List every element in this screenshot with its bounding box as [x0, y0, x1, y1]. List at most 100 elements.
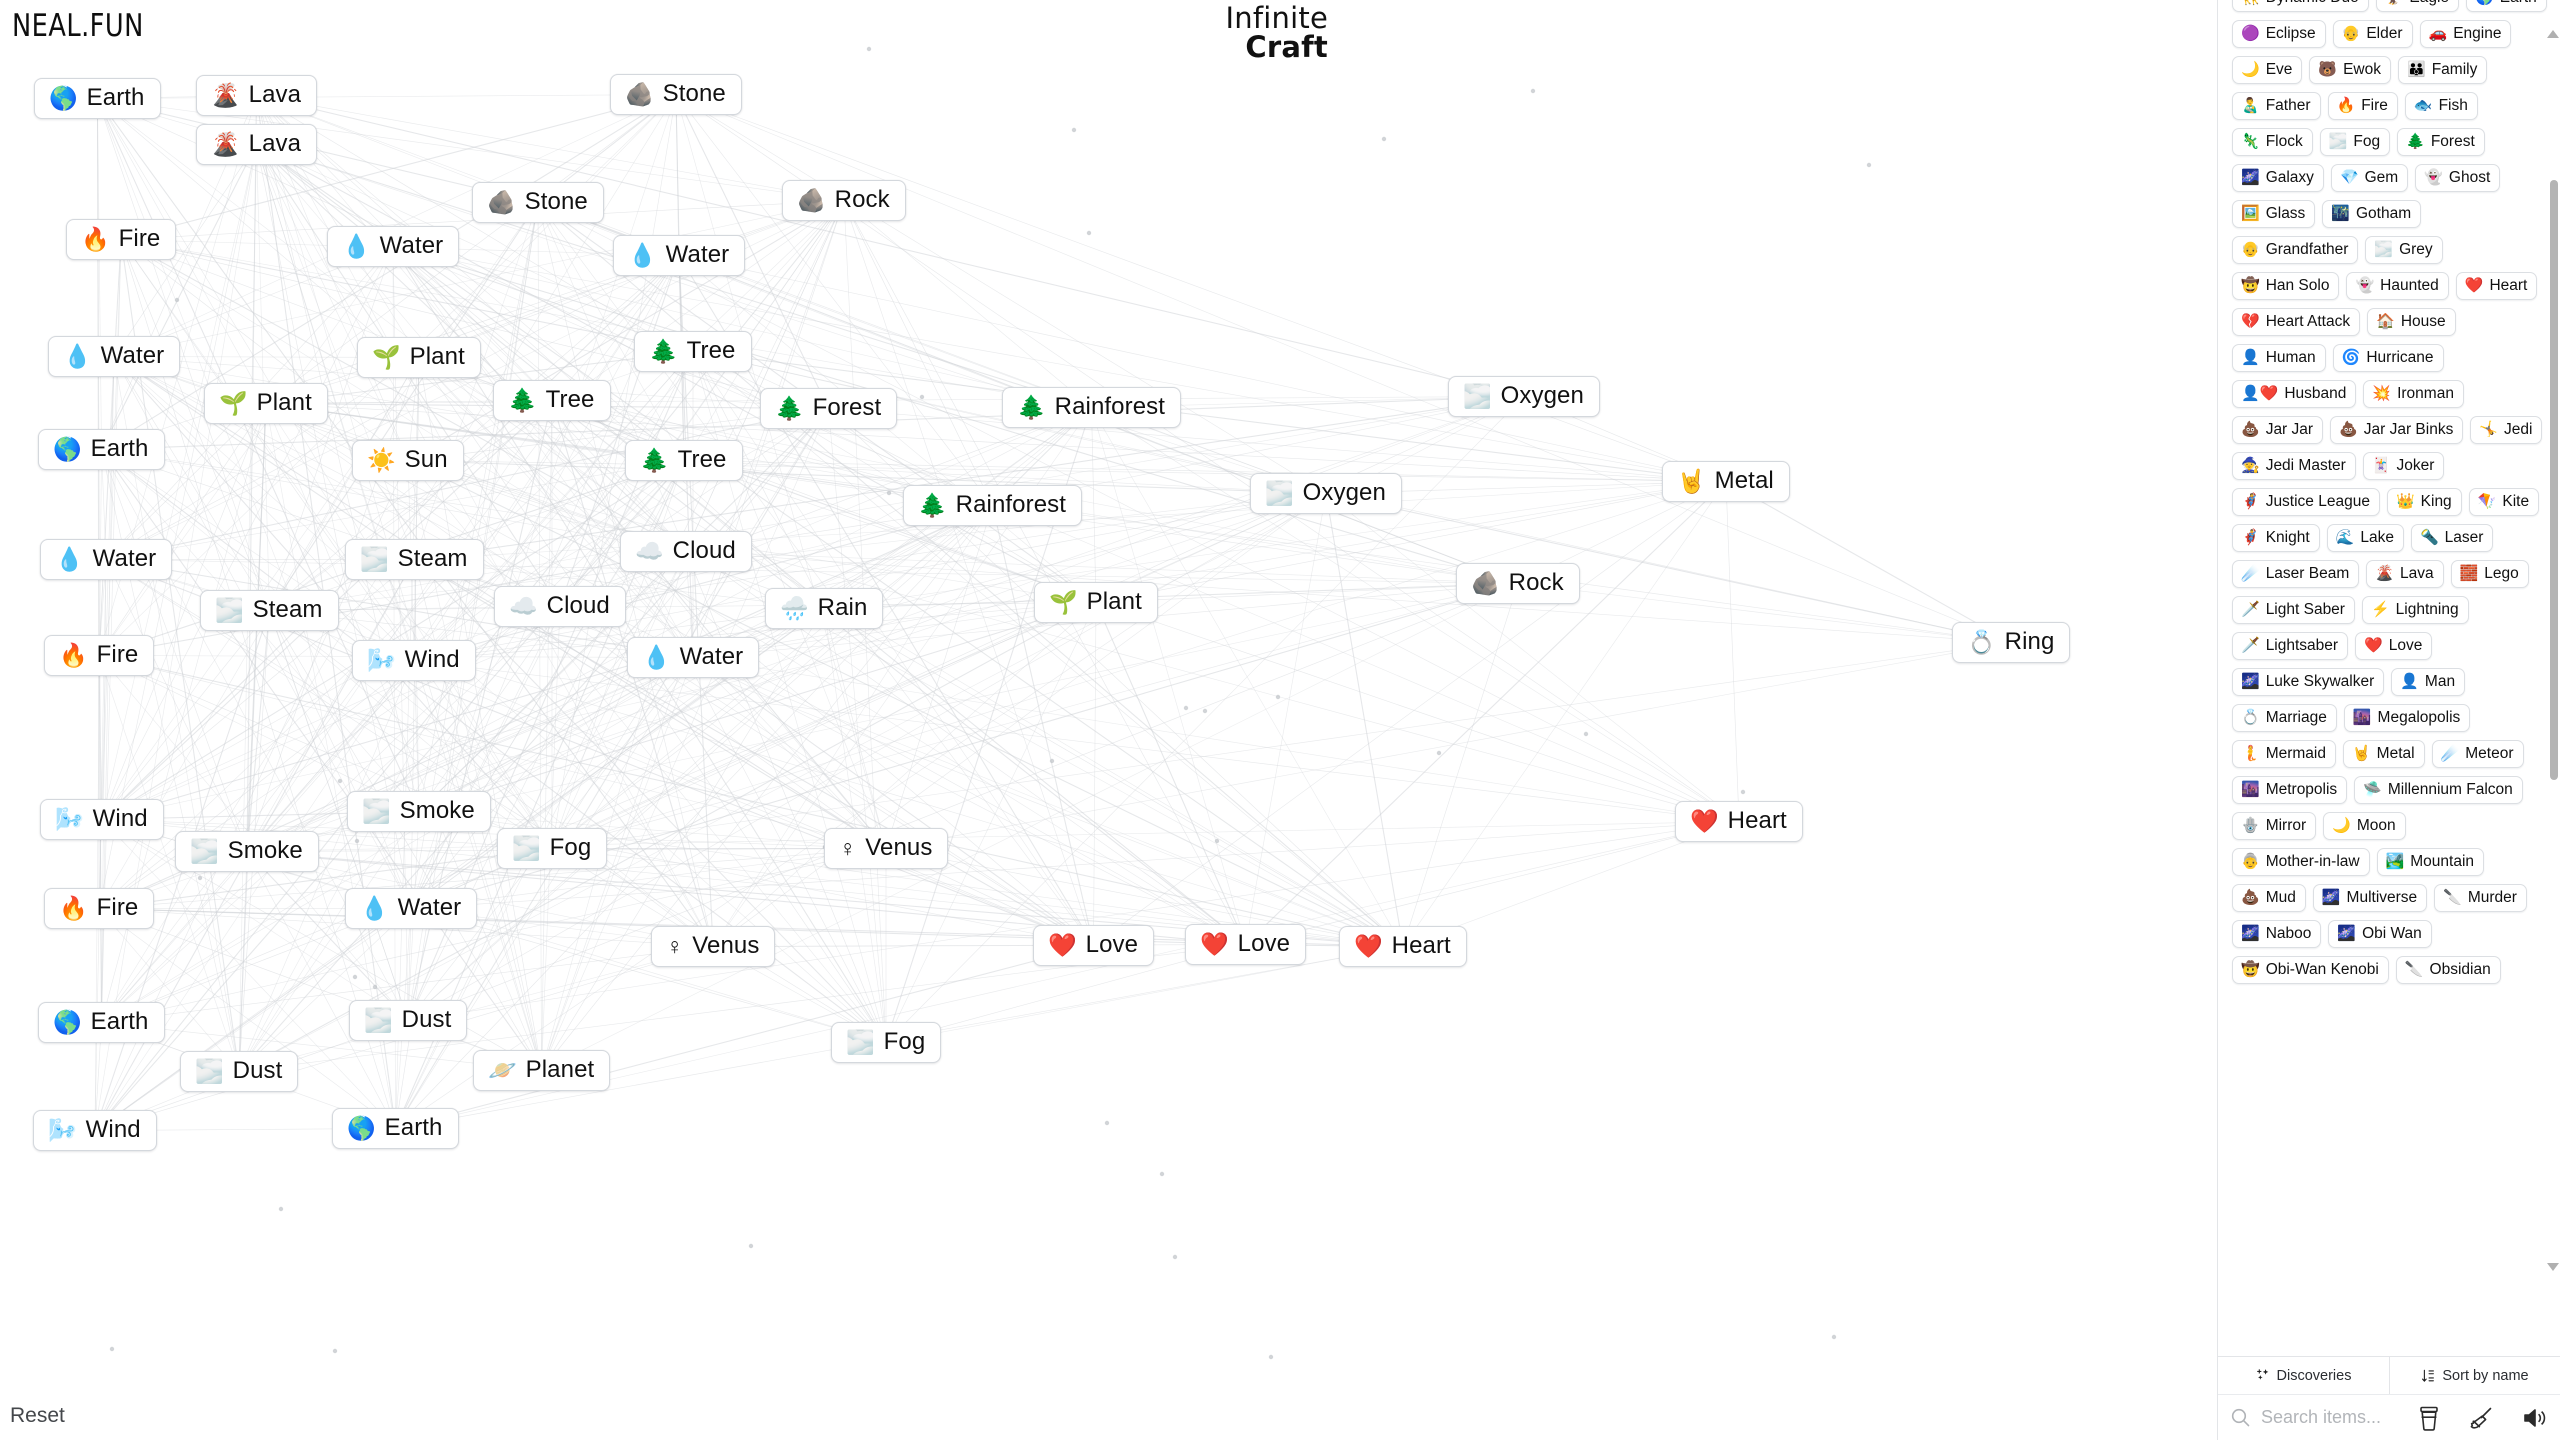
crafting-canvas[interactable]: 🌎 Earth 🌋 Lava 🪨 Stone 🌋 Lava 🪨 Stone 🪨 Rock 🔥 Fire 💧 W…	[0, 0, 2217, 1440]
element-item[interactable]: 🌌 Multiverse	[2312, 884, 2428, 912]
reset-button[interactable]: Reset	[10, 1404, 65, 1428]
element-item[interactable]: 🌌 Galaxy	[2232, 164, 2324, 192]
element-item[interactable]: 🦸 Justice League	[2232, 488, 2380, 516]
element-item[interactable]: 👵 Mother-in-law	[2232, 848, 2370, 876]
canvas-node[interactable]: 🌬️ Wind	[33, 1110, 157, 1151]
canvas-node[interactable]: 🪐 Planet	[473, 1050, 611, 1091]
element-item[interactable]: 🟣 Eclipse	[2232, 20, 2326, 48]
element-item[interactable]: 👨‍🍼 Father	[2232, 92, 2321, 120]
neal-fun-logo[interactable]: NEAL.FUN	[12, 8, 144, 44]
element-item[interactable]: 🐻 Ewok	[2309, 56, 2391, 84]
canvas-node[interactable]: 🔥 Fire	[44, 635, 155, 676]
canvas-node[interactable]: 🪨 Rock	[782, 180, 906, 221]
element-item[interactable]: 👤 Human	[2232, 344, 2326, 372]
element-item[interactable]: 🌫️ Fog	[2319, 128, 2391, 156]
element-item[interactable]: 🌌 Obi Wan	[2328, 920, 2432, 948]
canvas-node[interactable]: ❤️ Love	[1185, 924, 1307, 965]
element-item[interactable]: 💔 Heart Attack	[2232, 308, 2361, 336]
element-item[interactable]: 💩 Jar Jar Binks	[2330, 416, 2464, 444]
canvas-node[interactable]: ❤️ Heart	[1675, 801, 1803, 842]
canvas-node[interactable]: 🌲 Rainforest	[903, 485, 1083, 526]
element-item[interactable]: 🦸‍♂️ Knight	[2232, 524, 2320, 552]
canvas-node[interactable]: 💧 Water	[627, 637, 760, 678]
sidebar-scrollbar-thumb[interactable]	[2550, 180, 2558, 780]
element-item[interactable]: 🐟 Fish	[2404, 92, 2478, 120]
element-item[interactable]: 🌀 Hurricane	[2332, 344, 2444, 372]
element-item[interactable]: 🌆 Metropolis	[2232, 776, 2348, 804]
element-item[interactable]: 💎 Gem	[2330, 164, 2409, 192]
canvas-node[interactable]: 🌫️ Fog	[497, 828, 608, 869]
canvas-node[interactable]: ☀️ Sun	[352, 440, 464, 481]
canvas-node[interactable]: ☁️ Cloud	[494, 586, 626, 627]
element-item[interactable]: 💥 Ironman	[2363, 380, 2464, 408]
canvas-node[interactable]: 🌲 Rainforest	[1002, 387, 1182, 428]
element-item[interactable]: 🤠 Han Solo	[2232, 272, 2340, 300]
element-item[interactable]: 👯 Dynamic Duo	[2232, 0, 2369, 12]
scroll-up-arrow-icon[interactable]	[2547, 30, 2559, 38]
canvas-node[interactable]: 💧 Water	[345, 888, 478, 929]
element-item[interactable]: 🏞️ Mountain	[2376, 848, 2485, 876]
canvas-node[interactable]: 🌎 Earth	[38, 429, 165, 470]
element-item[interactable]: 🖼️ Glass	[2232, 200, 2316, 228]
canvas-node[interactable]: 🤘 Metal	[1662, 461, 1790, 502]
canvas-node[interactable]: 🌫️ Smoke	[347, 791, 491, 832]
canvas-node[interactable]: 🪨 Rock	[1456, 563, 1580, 604]
element-item[interactable]: 🦅 Eagle	[2375, 0, 2460, 12]
canvas-node[interactable]: 🌫️ Oxygen	[1250, 473, 1402, 514]
element-item[interactable]: 🧙 Jedi Master	[2232, 452, 2356, 480]
canvas-node[interactable]: 🌋 Lava	[196, 124, 318, 165]
element-item[interactable]: 🧜 Mermaid	[2232, 740, 2336, 768]
element-item[interactable]: 💍 Marriage	[2232, 704, 2337, 732]
canvas-node[interactable]: 🌬️ Wind	[40, 799, 164, 840]
element-item[interactable]: 🤘 Metal	[2342, 740, 2425, 768]
canvas-node[interactable]: 🌎 Earth	[332, 1108, 459, 1149]
element-item[interactable]: 🔪 Murder	[2434, 884, 2527, 912]
element-item[interactable]: 👑 King	[2386, 488, 2462, 516]
canvas-node[interactable]: 🪨 Stone	[472, 182, 604, 223]
element-item[interactable]: 🔦 Laser	[2410, 524, 2494, 552]
element-item[interactable]: ☄️ Laser Beam	[2232, 560, 2360, 588]
canvas-node[interactable]: 🌋 Lava	[196, 75, 318, 116]
canvas-node[interactable]: 🌲 Tree	[625, 440, 743, 481]
element-item[interactable]: 👴 Grandfather	[2232, 236, 2359, 264]
scroll-down-arrow-icon[interactable]	[2547, 1263, 2559, 1271]
canvas-node[interactable]: 💧 Water	[48, 336, 181, 377]
broom-icon[interactable]	[2468, 1404, 2496, 1432]
canvas-node[interactable]: 🌫️ Oxygen	[1448, 376, 1600, 417]
canvas-node[interactable]: 🌫️ Steam	[200, 590, 339, 631]
canvas-node[interactable]: 🌫️ Steam	[345, 539, 484, 580]
canvas-node[interactable]: 🌎 Earth	[38, 1002, 165, 1043]
canvas-node[interactable]: 🪨 Stone	[610, 74, 742, 115]
element-item[interactable]: ☄️ Meteor	[2431, 740, 2524, 768]
sort-by-name-button[interactable]: Sort by name	[2389, 1357, 2560, 1394]
element-item[interactable]: 🧱 Lego	[2450, 560, 2529, 588]
element-item[interactable]: 🪁 Kite	[2468, 488, 2540, 516]
discoveries-button[interactable]: Discoveries	[2218, 1357, 2389, 1394]
element-item[interactable]: 🌌 Luke Skywalker	[2232, 668, 2385, 696]
canvas-node[interactable]: 🔥 Fire	[66, 219, 177, 260]
element-item[interactable]: 🚗 Engine	[2419, 20, 2512, 48]
elements-scroll-area[interactable]: 👯 Dynamic Duo 🦅 Eagle 🌎 Earth 🟣 Eclipse 👴 Elder 🚗 E…	[2218, 0, 2560, 1356]
element-item[interactable]: 👤❤️ Husband	[2232, 380, 2357, 408]
canvas-node[interactable]: 🌲 Tree	[634, 331, 752, 372]
element-item[interactable]: 🤠 Obi-Wan Kenobi	[2232, 956, 2389, 984]
element-item[interactable]: 🏠 House	[2367, 308, 2456, 336]
element-item[interactable]: 💩 Mud	[2232, 884, 2306, 912]
canvas-node[interactable]: 🌫️ Smoke	[175, 831, 319, 872]
canvas-node[interactable]: 🔥 Fire	[44, 888, 155, 929]
canvas-node[interactable]: ♀ Venus	[824, 828, 949, 869]
element-item[interactable]: ❤️ Love	[2355, 632, 2433, 660]
element-item[interactable]: ⚡ Lightning	[2361, 596, 2469, 624]
canvas-node[interactable]: ❤️ Love	[1033, 925, 1155, 966]
element-item[interactable]: 🗡️ Lightsaber	[2232, 632, 2349, 660]
element-item[interactable]: 🪬 Mirror	[2232, 812, 2317, 840]
canvas-node[interactable]: 🌬️ Wind	[352, 640, 476, 681]
element-item[interactable]: 🌙 Moon	[2323, 812, 2406, 840]
element-item[interactable]: 🔥 Fire	[2327, 92, 2398, 120]
element-item[interactable]: 🌊 Lake	[2326, 524, 2404, 552]
element-item[interactable]: 👻 Haunted	[2346, 272, 2449, 300]
element-item[interactable]: 👻 Ghost	[2415, 164, 2501, 192]
element-item[interactable]: ❤️ Heart	[2455, 272, 2538, 300]
canvas-node[interactable]: 🌫️ Fog	[831, 1022, 942, 1063]
element-item[interactable]: 🛸 Millennium Falcon	[2354, 776, 2523, 804]
